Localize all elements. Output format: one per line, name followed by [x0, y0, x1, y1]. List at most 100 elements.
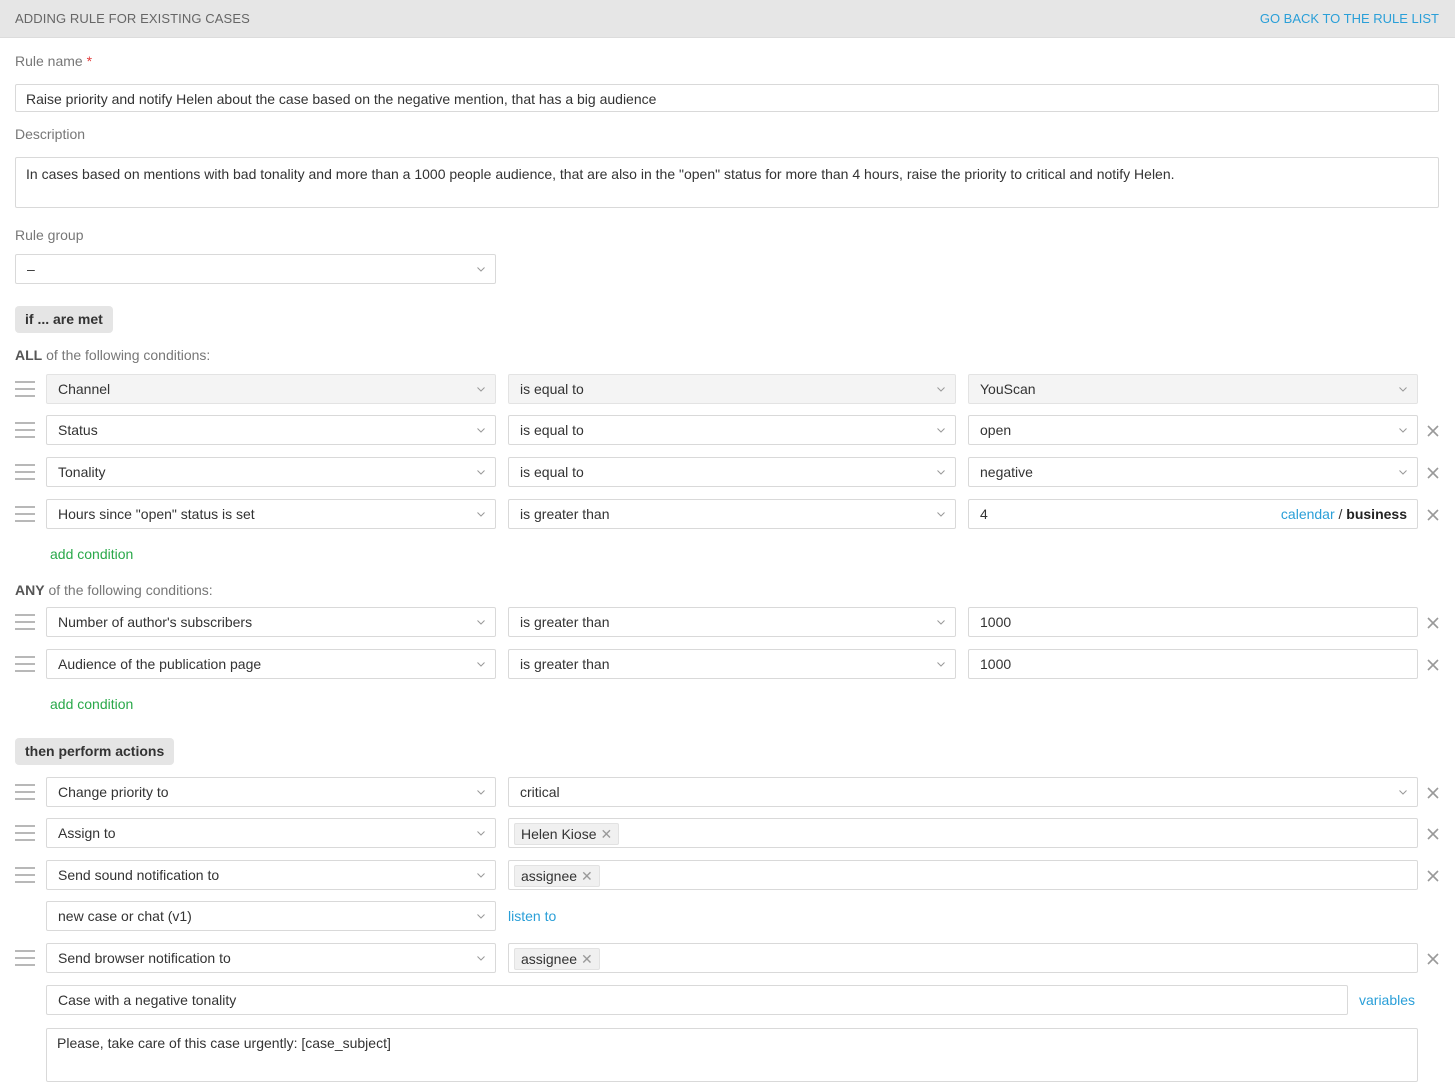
close-icon[interactable]: ✕ — [581, 866, 593, 886]
action-select[interactable]: Send browser notification to — [46, 943, 496, 973]
condition-value-select[interactable]: YouScan — [968, 374, 1418, 404]
condition-operator-select[interactable]: is greater than — [508, 649, 956, 679]
chevron-down-icon — [937, 426, 945, 434]
drag-handle-icon[interactable] — [15, 825, 35, 841]
close-icon[interactable] — [1427, 508, 1439, 521]
close-icon[interactable] — [1427, 424, 1439, 437]
chevron-down-icon — [477, 788, 485, 796]
drag-handle-icon[interactable] — [15, 867, 35, 883]
close-icon[interactable] — [1427, 786, 1439, 799]
condition-value: negative — [980, 464, 1033, 480]
close-icon[interactable] — [1427, 466, 1439, 479]
notification-subject-input[interactable]: Case with a negative tonality — [46, 985, 1348, 1015]
toggle-separator: / — [1338, 506, 1343, 522]
condition-operator-select[interactable]: is equal to — [508, 457, 956, 487]
action-value: Change priority to — [58, 784, 169, 800]
condition-operator-select[interactable]: is equal to — [508, 374, 956, 404]
condition-field-select[interactable]: Status — [46, 415, 496, 445]
condition-field-value: Status — [58, 422, 98, 438]
tag: assignee ✕ — [514, 948, 600, 970]
tag: Helen Kiose ✕ — [514, 823, 620, 845]
priority-value: critical — [520, 784, 560, 800]
drag-handle-icon[interactable] — [15, 422, 35, 438]
hours-value-input[interactable]: 4 calendar / business — [968, 499, 1418, 529]
all-heading-rest: of the following conditions: — [42, 347, 211, 363]
condition-field-value: Hours since "open" status is set — [58, 506, 255, 522]
close-icon[interactable]: ✕ — [581, 949, 593, 969]
drag-handle-icon[interactable] — [15, 506, 35, 522]
drag-handle-icon[interactable] — [15, 464, 35, 480]
description-textarea[interactable]: In cases based on mentions with bad tona… — [15, 157, 1439, 208]
close-icon[interactable] — [1427, 658, 1439, 671]
chevron-down-icon — [477, 954, 485, 962]
rule-group-select[interactable]: – — [15, 254, 496, 284]
rule-name-value: Raise priority and notify Helen about th… — [26, 91, 657, 107]
priority-select[interactable]: critical — [508, 777, 1418, 807]
required-mark: * — [86, 53, 93, 69]
sound-select[interactable]: new case or chat (v1) — [46, 901, 496, 931]
condition-value-input[interactable]: 1000 — [968, 607, 1418, 637]
drag-handle-icon[interactable] — [15, 784, 35, 800]
close-icon[interactable] — [1427, 827, 1439, 840]
chevron-down-icon — [937, 510, 945, 518]
action-value: Assign to — [58, 825, 116, 841]
condition-field-value: Tonality — [58, 464, 106, 480]
chevron-down-icon — [937, 660, 945, 668]
sound-recipient-tag-input[interactable]: assignee ✕ — [508, 860, 1418, 890]
rule-name-input[interactable]: Raise priority and notify Helen about th… — [15, 84, 1439, 112]
description-label: Description — [15, 126, 86, 142]
condition-value-select[interactable]: negative — [968, 457, 1418, 487]
chevron-down-icon — [1399, 426, 1407, 434]
any-conditions-heading: ANY of the following conditions: — [15, 582, 213, 598]
chevron-down-icon — [477, 912, 485, 920]
chevron-down-icon — [477, 265, 485, 273]
page-title: ADDING RULE FOR EXISTING CASES — [15, 11, 250, 26]
add-all-condition-link[interactable]: add condition — [50, 546, 133, 562]
close-icon[interactable] — [1427, 616, 1439, 629]
condition-field-value: Number of author's subscribers — [58, 614, 253, 630]
add-any-condition-link[interactable]: add condition — [50, 696, 133, 712]
all-keyword: ALL — [15, 347, 43, 363]
condition-operator-select[interactable]: is greater than — [508, 607, 956, 637]
drag-handle-icon[interactable] — [15, 656, 35, 672]
assignee-tag-input[interactable]: Helen Kiose ✕ — [508, 818, 1418, 848]
condition-field-select[interactable]: Number of author's subscribers — [46, 607, 496, 637]
business-option[interactable]: business — [1346, 506, 1407, 522]
drag-handle-icon[interactable] — [15, 614, 35, 630]
tag-label: assignee — [521, 951, 578, 967]
condition-field-select[interactable]: Hours since "open" status is set — [46, 499, 496, 529]
hours-value: 4 — [980, 506, 988, 522]
condition-operator-value: is greater than — [520, 506, 610, 522]
action-select[interactable]: Send sound notification to — [46, 860, 496, 890]
condition-field-select[interactable]: Tonality — [46, 457, 496, 487]
condition-field-select[interactable]: Audience of the publication page — [46, 649, 496, 679]
close-icon[interactable] — [1427, 869, 1439, 882]
chevron-down-icon — [937, 618, 945, 626]
conditions-section-pill: if ... are met — [15, 306, 113, 333]
close-icon[interactable]: ✕ — [601, 824, 613, 844]
rule-group-label: Rule group — [15, 227, 84, 243]
drag-handle-icon[interactable] — [15, 381, 35, 397]
back-to-rule-list-link[interactable]: GO BACK TO THE RULE LIST — [1260, 11, 1439, 26]
chevron-down-icon — [477, 618, 485, 626]
condition-operator-select[interactable]: is greater than — [508, 499, 956, 529]
listen-to-link[interactable]: listen to — [508, 908, 556, 924]
calendar-business-toggle: calendar / business — [1281, 506, 1407, 522]
condition-value-select[interactable]: open — [968, 415, 1418, 445]
chevron-down-icon — [477, 871, 485, 879]
condition-field-select[interactable]: Channel — [46, 374, 496, 404]
action-select[interactable]: Assign to — [46, 818, 496, 848]
condition-operator-value: is equal to — [520, 381, 584, 397]
condition-value-input[interactable]: 1000 — [968, 649, 1418, 679]
close-icon[interactable] — [1427, 952, 1439, 965]
notification-body-textarea[interactable]: Please, take care of this case urgently:… — [46, 1028, 1418, 1082]
action-select[interactable]: Change priority to — [46, 777, 496, 807]
variables-link[interactable]: variables — [1359, 992, 1415, 1008]
browser-recipient-tag-input[interactable]: assignee ✕ — [508, 943, 1418, 973]
condition-value: 1000 — [980, 656, 1012, 672]
chevron-down-icon — [477, 829, 485, 837]
chevron-down-icon — [937, 385, 945, 393]
condition-operator-select[interactable]: is equal to — [508, 415, 956, 445]
calendar-link[interactable]: calendar — [1281, 506, 1335, 522]
drag-handle-icon[interactable] — [15, 950, 35, 966]
